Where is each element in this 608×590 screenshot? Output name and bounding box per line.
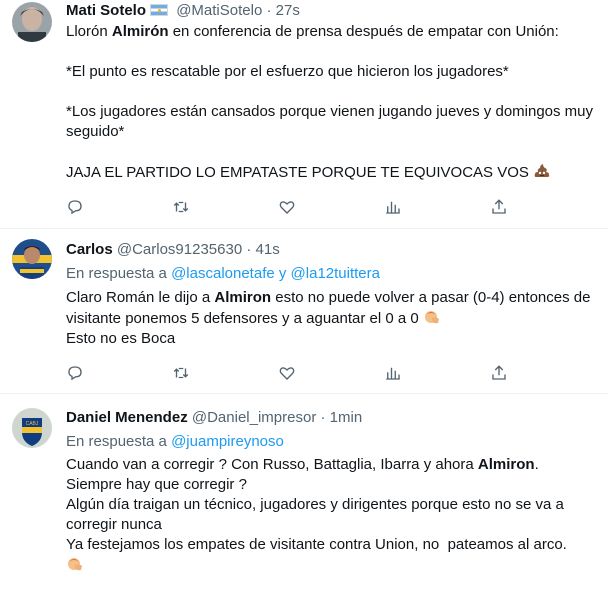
poop-emoji-icon (534, 164, 550, 177)
mention-link[interactable]: @la12tuittera (291, 265, 380, 282)
tweet-text-segment: Siempre hay que corregir ? (66, 476, 247, 493)
reply-context: En respuesta a @lascalonetafe y @la12tui… (66, 264, 596, 284)
tweet-text-segment: en conferencia de prensa después de empa… (168, 23, 559, 40)
tweet[interactable]: Mati Sotelo @MatiSotelo · 27s Llorón Alm… (0, 0, 608, 229)
reply-prefix: En respuesta a (66, 433, 172, 450)
tweet-header: Mati Sotelo @MatiSotelo · 27s (66, 1, 596, 21)
tweet[interactable]: Carlos @Carlos91235630 · 41s En respuest… (0, 229, 608, 394)
views-icon (386, 367, 400, 380)
share-icon (492, 199, 506, 214)
retweet-button[interactable] (172, 364, 278, 382)
avatar[interactable] (12, 239, 52, 279)
display-name[interactable]: Daniel Menendez (66, 409, 188, 426)
views-button[interactable] (384, 198, 490, 216)
like-button[interactable] (278, 364, 384, 382)
separator-dot: · (320, 409, 326, 426)
avatar[interactable]: CABJ (12, 408, 52, 448)
tweet-text-segment: *Los jugadores están cansados porque vie… (66, 103, 598, 140)
timestamp[interactable]: 27s (276, 2, 300, 19)
retweet-icon (173, 201, 189, 213)
highlighted-keyword: Almirón (111, 23, 169, 40)
facepalm-emoji-icon (424, 311, 439, 324)
like-icon (279, 367, 295, 380)
tweet[interactable]: CABJ Daniel Menendez @Daniel_impresor · … (0, 394, 608, 590)
tweet-header: Daniel Menendez @Daniel_impresor · 1min (66, 408, 596, 428)
tweet-actions (66, 191, 596, 223)
tweet-header: Carlos @Carlos91235630 · 41s (66, 240, 596, 260)
like-icon (279, 201, 295, 214)
facepalm-emoji-icon (68, 558, 82, 571)
user-handle[interactable]: @Daniel_impresor (192, 409, 316, 426)
display-name[interactable]: Mati Sotelo (66, 2, 146, 19)
tweet-text-segment: Cuando van a corregir ? Con Russo, Batta… (66, 456, 478, 473)
tweet-text: Cuando van a corregir ? Con Russo, Batta… (66, 455, 596, 576)
highlighted-keyword: Almiron (214, 289, 272, 306)
retweet-button[interactable] (172, 198, 278, 216)
user-handle[interactable]: @Carlos91235630 (117, 241, 242, 258)
views-icon (386, 201, 400, 214)
like-button[interactable] (278, 198, 384, 216)
tweet-text: Llorón Almirón en conferencia de prensa … (66, 22, 596, 183)
avatar[interactable] (12, 2, 52, 42)
reply-prefix: En respuesta a (66, 265, 172, 282)
reply-icon (68, 366, 82, 381)
reply-context: En respuesta a @juampireynoso (66, 432, 596, 452)
user-handle[interactable]: @MatiSotelo (176, 2, 262, 19)
share-button[interactable] (490, 198, 596, 216)
share-icon (492, 365, 506, 380)
tweet-text-segment: Claro Román le dijo a (66, 289, 215, 306)
views-button[interactable] (384, 364, 490, 382)
reply-button[interactable] (66, 198, 172, 216)
svg-text:CABJ: CABJ (26, 421, 39, 427)
separator-dot: · (246, 241, 252, 258)
argentina-flag-icon (150, 4, 169, 16)
timestamp[interactable]: 41s (256, 241, 280, 258)
share-button[interactable] (490, 364, 596, 382)
separator-dot: · (266, 2, 272, 19)
mention-link[interactable]: @lascalonetafe (171, 265, 275, 282)
tweet-text-segment: Llorón (66, 23, 112, 40)
display-name[interactable]: Carlos (66, 241, 113, 258)
tweet-actions (66, 357, 596, 389)
reply-button[interactable] (66, 364, 172, 382)
timestamp[interactable]: 1min (330, 409, 363, 426)
tweet-text-segment: *El punto es rescatable por el esfuerzo … (66, 63, 509, 80)
tweet-text-segment: Algún día traigan un técnico, jugadores … (66, 496, 568, 533)
reply-icon (68, 200, 82, 215)
mention-link[interactable]: @juampireynoso (171, 433, 284, 450)
tweet-text-segment: Esto no es Boca (66, 330, 176, 347)
reply-joiner: y (274, 265, 291, 282)
tweet-text: Claro Román le dijo a Almiron esto no pu… (66, 288, 596, 349)
retweet-icon (173, 367, 189, 379)
tweet-text-segment: Ya festejamos los empates de visitante c… (66, 536, 567, 553)
highlighted-keyword: Almiron (477, 456, 535, 473)
tweet-text-segment: JAJA EL PARTIDO LO EMPATASTE PORQUE TE E… (66, 164, 534, 181)
tweet-text-segment: . (534, 456, 539, 473)
